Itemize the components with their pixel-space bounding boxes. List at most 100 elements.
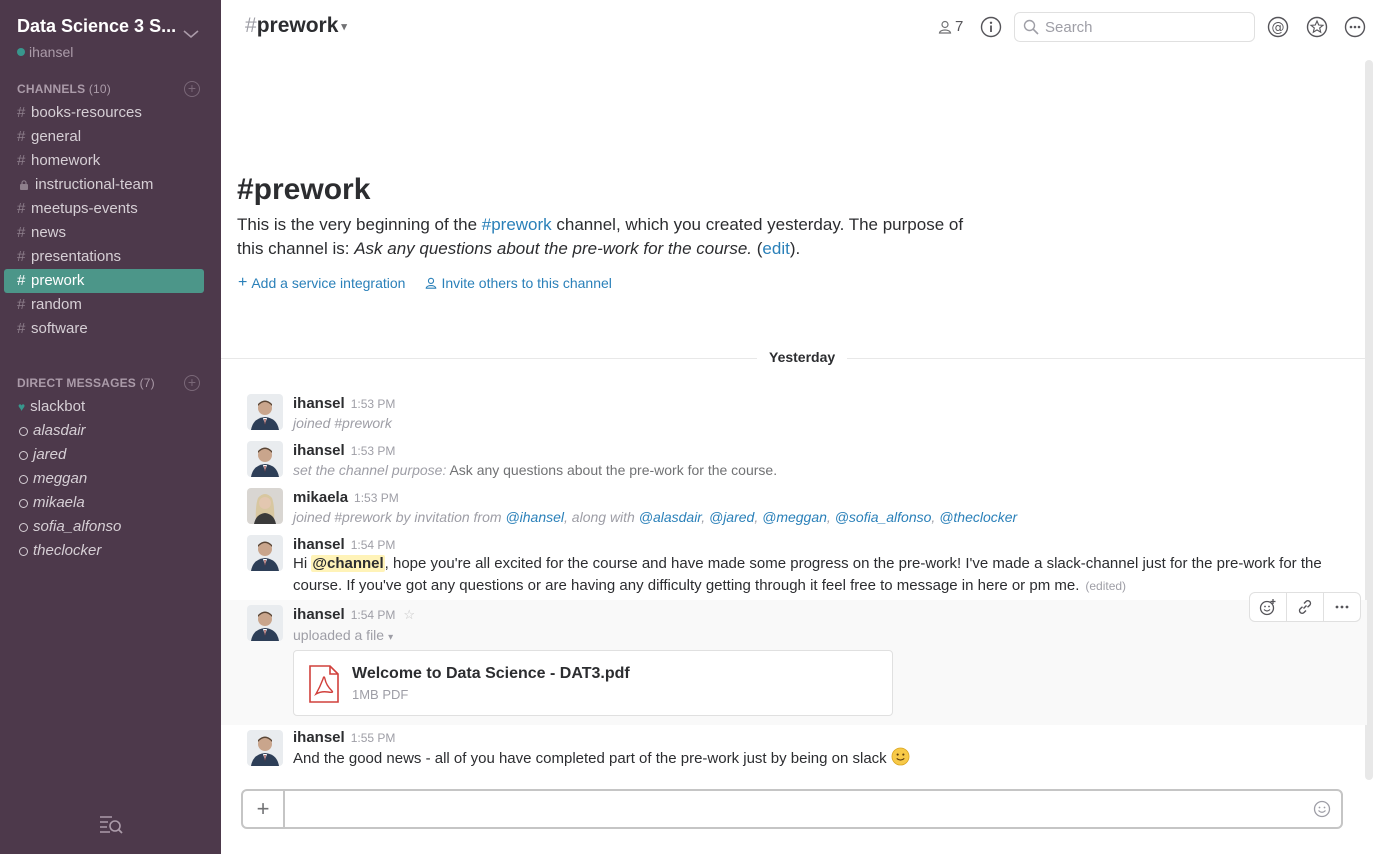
more-options-icon[interactable] [1341,13,1369,41]
author-name[interactable]: ihansel [293,442,345,459]
intro-edit-link[interactable]: edit [762,239,789,258]
caret-down-icon: ▾ [388,632,394,643]
channel-label: software [31,320,88,337]
add-reaction-icon[interactable] [1250,593,1287,621]
emoji-picker-icon[interactable] [1313,800,1331,818]
message[interactable]: ihansel 1:53 PM set the channel purpose: … [221,439,1367,485]
file-name[interactable]: Welcome to Data Science - DAT3.pdf [352,665,630,683]
intro-channel-link[interactable]: #prework [482,215,552,234]
system-label: set the channel purpose: [293,462,447,478]
avatar[interactable] [247,730,283,766]
channel-label: general [31,128,82,145]
sidebar-item-sofia-alfonso[interactable]: sofia_alfonso [4,515,204,539]
timestamp[interactable]: 1:53 PM [351,444,396,458]
search-input[interactable] [1045,18,1245,36]
sidebar-item-random[interactable]: # random [4,293,204,317]
user-mention[interactable]: @jared [709,509,754,525]
mentions-icon[interactable]: @ [1264,13,1292,41]
quick-switcher-icon[interactable] [98,813,124,835]
user-mention[interactable]: @ihansel [505,509,564,525]
sidebar-item-mikaela[interactable]: mikaela [4,491,204,515]
more-actions-icon[interactable] [1324,593,1360,621]
user-mention[interactable]: @meggan [762,509,827,525]
sidebar-item-alasdair[interactable]: alasdair [4,419,204,443]
message[interactable]: ihansel 1:53 PM joined #prework [221,392,1367,438]
message-body: joined #prework [293,415,392,431]
timestamp[interactable]: 1:53 PM [351,397,396,411]
user-mention[interactable]: @theclocker [939,509,1017,525]
message[interactable]: mikaela 1:53 PM joined #prework by invita… [221,486,1367,532]
avatar[interactable] [247,441,283,477]
channels-heading[interactable]: CHANNELS (10) [17,82,111,96]
current-user[interactable]: ihansel [17,44,73,60]
author-name[interactable]: ihansel [293,729,345,746]
plus-icon: + [238,274,248,291]
message-body[interactable]: uploaded a file ▾ [293,624,1353,649]
intro-title: #prework [237,173,371,206]
timestamp[interactable]: 1:54 PM [351,538,396,552]
sidebar-item-instructional-team[interactable]: instructional-team [4,173,204,197]
info-icon[interactable] [977,13,1005,41]
channels-heading-label: CHANNELS [17,82,86,96]
sidebar-item-general[interactable]: # general [4,125,204,149]
slightly-smiling-face-icon [891,747,910,766]
add-dm-icon[interactable]: + [184,375,200,391]
author-name[interactable]: mikaela [293,489,348,506]
sidebar-item-meetups-events[interactable]: # meetups-events [4,197,204,221]
dm-heading[interactable]: DIRECT MESSAGES (7) [17,376,155,390]
channel-label: meetups-events [31,200,138,217]
away-status-icon [19,450,28,460]
star-message-icon[interactable]: ☆ [403,607,415,622]
sidebar-item-slackbot[interactable]: ♥ slackbot [4,395,204,419]
star-icon[interactable] [1303,13,1331,41]
sidebar-item-books-resources[interactable]: # books-resources [4,101,204,125]
avatar[interactable] [247,605,283,641]
sidebar-item-software[interactable]: # software [4,317,204,341]
sidebar-item-homework[interactable]: # homework [4,149,204,173]
dm-label: sofia_alfonso [33,518,122,535]
hash-icon: # [17,152,26,169]
sidebar-item-meggan[interactable]: meggan [4,467,204,491]
timestamp[interactable]: 1:53 PM [354,491,399,505]
member-count-button[interactable]: 7 [938,18,963,35]
hash-icon: # [17,200,26,217]
add-integration-link[interactable]: + Add a service integration [238,274,405,292]
channel-label: instructional-team [35,176,154,193]
sidebar-item-news[interactable]: # news [4,221,204,245]
user-mention[interactable]: @sofia_alfonso [835,509,932,525]
message[interactable]: ihansel 1:54 PM ☆ uploaded a file ▾ Welcome… [221,592,1367,725]
sidebar-item-prework[interactable]: # prework [4,269,204,293]
dm-list: ♥ slackbot alasdair jared meggan mikaela … [4,395,204,563]
author-name[interactable]: ihansel [293,606,345,623]
timestamp[interactable]: 1:54 PM [351,608,396,622]
invite-others-link[interactable]: Invite others to this channel [425,274,612,292]
add-channel-icon[interactable]: + [184,81,200,97]
timestamp[interactable]: 1:55 PM [351,731,396,745]
user-mention[interactable]: @alasdair [639,509,701,525]
channel-title[interactable]: #prework ▾ [245,14,347,38]
sidebar-item-theclocker[interactable]: theclocker [4,539,204,563]
chevron-down-icon[interactable] [181,27,201,41]
message-body: Hi @channel, hope you're all excited for… [293,553,1353,597]
hash-icon: # [17,320,26,337]
dm-count: (7) [139,376,155,390]
sidebar-item-presentations[interactable]: # presentations [4,245,204,269]
avatar[interactable] [247,488,283,524]
message[interactable]: ihansel 1:54 PM Hi @channel, hope you're … [221,533,1367,599]
file-attachment[interactable]: Welcome to Data Science - DAT3.pdf 1MB P… [293,650,893,716]
author-name[interactable]: ihansel [293,395,345,412]
link-icon[interactable] [1287,593,1324,621]
dm-label: slackbot [30,398,86,415]
attach-plus-icon[interactable]: + [243,791,285,827]
message[interactable]: ihansel 1:55 PM And the good news - all o… [221,726,1367,772]
workspace-name[interactable]: Data Science 3 S... [17,16,177,37]
author-name[interactable]: ihansel [293,536,345,553]
message-input[interactable] [293,797,1303,821]
channel-label: prework [31,272,85,289]
sidebar-item-jared[interactable]: jared [4,443,204,467]
avatar[interactable] [247,394,283,430]
search-box[interactable] [1014,12,1255,42]
avatar[interactable] [247,535,283,571]
search-icon [1023,19,1039,35]
channel-mention[interactable]: @channel [311,555,385,572]
